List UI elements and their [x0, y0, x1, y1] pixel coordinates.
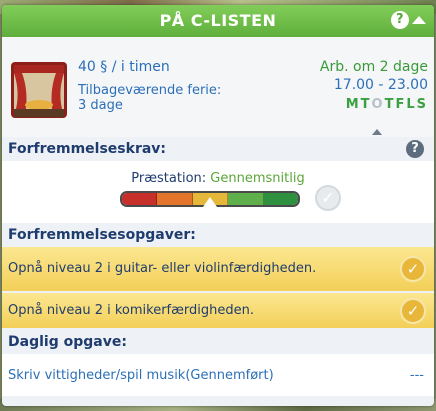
vacation-value: 3 dage — [78, 98, 123, 113]
work-day-5: L — [406, 97, 417, 112]
performance-label: Præstation: — [131, 171, 207, 186]
collapse-icon[interactable] — [412, 16, 426, 24]
header-buttons: ? — [391, 11, 426, 29]
checkmark-icon: ✓ — [315, 185, 341, 211]
promotion-tasks-label: Forfremmelsesopgaver: — [8, 227, 196, 243]
stage-curtain-icon — [11, 62, 67, 118]
performance-segment — [157, 193, 193, 205]
help-icon[interactable]: ? — [406, 140, 424, 158]
promotion-tasks-header: Forfremmelsesopgaver: — [2, 223, 434, 247]
performance-segment — [263, 193, 298, 205]
performance-segment — [122, 193, 158, 205]
job-info: 40 § / i timen Tilbageværende ferie: 3 d… — [2, 37, 434, 137]
salary-unit: / i timen — [111, 59, 170, 75]
task-text: Opnå niveau 2 i guitar- eller violinfærd… — [8, 261, 317, 276]
vacation: Tilbageværende ferie: 3 dage — [78, 83, 221, 113]
work-hours: 17.00 - 23.00 — [333, 77, 428, 93]
performance-marker-icon — [203, 197, 217, 207]
promotion-task[interactable]: Opnå niveau 2 i komikerfærdigheden. ✓ — [2, 293, 434, 328]
today-marker-icon — [372, 129, 382, 135]
promotion-requirements-label: Forfremmelseskrav: — [8, 141, 167, 157]
daily-task-status: --- — [409, 368, 424, 383]
checkmark-icon: ✓ — [400, 297, 426, 324]
simoleon-icon: § — [100, 59, 108, 75]
salary: 40 § / i timen — [78, 59, 170, 75]
daily-task-text: Skriv vittigheder/spil musik(Gennemført) — [8, 368, 274, 383]
checkmark-icon: ✓ — [400, 256, 426, 282]
next-work: Arb. om 2 dage — [319, 59, 428, 75]
work-day-2: O — [371, 97, 385, 112]
career-panel: PÅ C-LISTEN ? 40 § / i timen Tilbagevære… — [2, 5, 434, 406]
daily-task[interactable]: Skriv vittigheder/spil musik(Gennemført)… — [2, 354, 434, 396]
salary-amount: 40 — [78, 59, 96, 75]
work-day-3: T — [384, 97, 396, 112]
daily-task-label: Daglig opgave: — [8, 334, 127, 350]
promotion-requirements-header: Forfremmelseskrav: ? — [2, 137, 434, 161]
work-day-6: S — [416, 97, 428, 112]
vacation-label: Tilbageværende ferie: — [78, 83, 222, 98]
work-schedule: Arb. om 2 dage 17.00 - 23.00 MTOTFLS — [320, 59, 428, 112]
promotion-task[interactable]: Opnå niveau 2 i guitar- eller violinfærd… — [2, 247, 434, 291]
performance-box: Præstation: Gennemsnitlig ✓ — [2, 161, 434, 223]
career-title: PÅ C-LISTEN — [159, 11, 277, 30]
work-day-0: M — [345, 97, 361, 112]
performance-text: Præstation: Gennemsnitlig — [2, 171, 434, 186]
career-header: PÅ C-LISTEN ? — [2, 5, 434, 37]
performance-segment — [228, 193, 264, 205]
help-icon[interactable]: ? — [391, 11, 409, 29]
work-day-1: T — [360, 97, 372, 112]
performance-value: Gennemsnitlig — [210, 171, 305, 186]
work-day-4: F — [395, 97, 407, 112]
daily-task-header: Daglig opgave: — [2, 330, 434, 354]
task-text: Opnå niveau 2 i komikerfærdigheden. — [8, 302, 254, 318]
work-days: MTOTFLS — [320, 97, 428, 112]
